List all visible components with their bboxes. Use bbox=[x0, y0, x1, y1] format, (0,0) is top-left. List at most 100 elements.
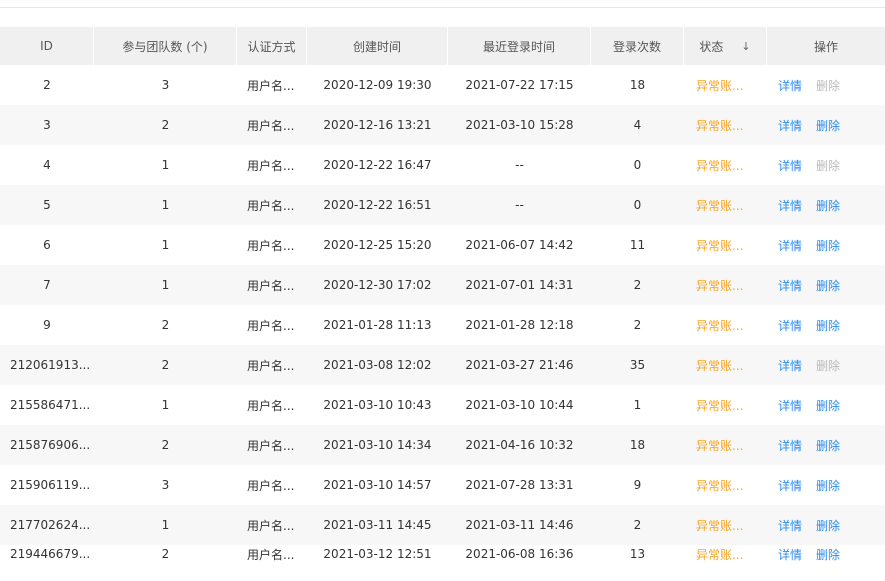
status-badge: 异常账... bbox=[696, 198, 744, 213]
column-header-last-login[interactable]: 最近登录时间 bbox=[448, 27, 591, 65]
detail-link[interactable]: 详情 bbox=[778, 77, 802, 94]
cell-login-count: 4 bbox=[633, 118, 642, 132]
cell-last-login: -- bbox=[515, 158, 524, 172]
cell-auth: 用户名... bbox=[247, 198, 295, 213]
cell-status: 异常账... bbox=[684, 465, 767, 505]
table-row[interactable]: 2 3 用户名... 2020-12-09 19:30 2021-07-22 17:15… bbox=[0, 65, 885, 105]
cell-teams: 1 bbox=[161, 158, 170, 172]
table-row[interactable]: 219446679... 2 用户名... 2021-03-12 12:51 2021-… bbox=[0, 545, 885, 563]
table-row[interactable]: 4 1 用户名... 2020-12-22 16:47 -- 0 异常账... 详情 删除 bbox=[0, 145, 885, 185]
detail-link[interactable]: 详情 bbox=[778, 277, 802, 294]
table-row[interactable]: 6 1 用户名... 2020-12-25 15:20 2021-06-07 14:42… bbox=[0, 225, 885, 265]
cell-login-count: 1 bbox=[633, 398, 642, 412]
cell-status: 异常账... bbox=[684, 305, 767, 345]
cell-status: 异常账... bbox=[684, 505, 767, 545]
table-row[interactable]: 215906119... 3 用户名... 2021-03-10 14:57 2021-… bbox=[0, 465, 885, 505]
cell-actions: 详情 删除 bbox=[767, 185, 885, 225]
table-row[interactable]: 5 1 用户名... 2020-12-22 16:51 -- 0 异常账... 详情 删除 bbox=[0, 185, 885, 225]
status-badge: 异常账... bbox=[696, 238, 744, 253]
status-badge: 异常账... bbox=[696, 78, 744, 93]
cell-auth: 用户名... bbox=[247, 478, 295, 493]
table-body: 2 3 用户名... 2020-12-09 19:30 2021-07-22 17:15… bbox=[0, 65, 885, 563]
delete-link[interactable]: 删除 bbox=[816, 197, 840, 214]
cell-teams: 3 bbox=[161, 78, 170, 92]
delete-link[interactable]: 删除 bbox=[816, 517, 840, 534]
cell-actions: 详情 删除 bbox=[767, 385, 885, 425]
cell-created: 2021-03-12 12:51 bbox=[323, 547, 432, 561]
cell-last-login: 2021-07-01 14:31 bbox=[465, 278, 574, 292]
cell-teams: 3 bbox=[161, 478, 170, 492]
cell-auth: 用户名... bbox=[247, 158, 295, 173]
cell-actions: 详情 删除 bbox=[767, 345, 885, 385]
column-header-id-label: ID bbox=[40, 39, 53, 53]
cell-last-login: -- bbox=[515, 198, 524, 212]
cell-last-login: 2021-04-16 10:32 bbox=[465, 438, 574, 452]
cell-teams: 2 bbox=[161, 118, 170, 132]
cell-status: 异常账... bbox=[684, 545, 767, 563]
delete-link[interactable]: 删除 bbox=[816, 397, 840, 414]
cell-teams: 2 bbox=[161, 438, 170, 452]
cell-last-login: 2021-03-10 15:28 bbox=[465, 118, 574, 132]
delete-link[interactable]: 删除 bbox=[816, 117, 840, 134]
delete-link[interactable]: 删除 bbox=[816, 546, 840, 563]
cell-login-count: 11 bbox=[629, 238, 646, 252]
cell-id: 2 bbox=[43, 78, 51, 92]
cell-login-count: 0 bbox=[633, 198, 642, 212]
sort-arrow-down-icon[interactable]: ↓ bbox=[741, 40, 750, 53]
cell-login-count: 2 bbox=[633, 278, 642, 292]
delete-link: 删除 bbox=[816, 358, 841, 373]
detail-link[interactable]: 详情 bbox=[778, 357, 802, 374]
column-header-teams[interactable]: 参与团队数 (个) bbox=[94, 27, 237, 65]
table-row[interactable]: 212061913... 2 用户名... 2021-03-08 12:02 2021-… bbox=[0, 345, 885, 385]
cell-id: 4 bbox=[43, 158, 51, 172]
cell-auth: 用户名... bbox=[247, 78, 295, 93]
column-header-created[interactable]: 创建时间 bbox=[307, 27, 448, 65]
cell-created: 2021-01-28 11:13 bbox=[323, 318, 432, 332]
status-badge: 异常账... bbox=[696, 278, 744, 293]
detail-link[interactable]: 详情 bbox=[778, 546, 802, 563]
cell-created: 2021-03-10 14:34 bbox=[323, 438, 432, 452]
detail-link[interactable]: 详情 bbox=[778, 397, 802, 414]
delete-link[interactable]: 删除 bbox=[816, 437, 840, 454]
detail-link[interactable]: 详情 bbox=[778, 317, 802, 334]
table-row[interactable]: 9 2 用户名... 2021-01-28 11:13 2021-01-28 12:18… bbox=[0, 305, 885, 345]
cell-status: 异常账... bbox=[684, 105, 767, 145]
delete-link[interactable]: 删除 bbox=[816, 277, 840, 294]
delete-link[interactable]: 删除 bbox=[816, 477, 840, 494]
detail-link[interactable]: 详情 bbox=[778, 477, 802, 494]
status-badge: 异常账... bbox=[696, 158, 744, 173]
cell-login-count: 13 bbox=[629, 547, 646, 561]
cell-login-count: 2 bbox=[633, 518, 642, 532]
delete-link[interactable]: 删除 bbox=[816, 317, 840, 334]
cell-last-login: 2021-01-28 12:18 bbox=[465, 318, 574, 332]
cell-actions: 详情 删除 bbox=[767, 145, 885, 185]
cell-last-login: 2021-07-22 17:15 bbox=[465, 78, 574, 92]
cell-id: 215876906... bbox=[10, 438, 91, 452]
table-row[interactable]: 215586471... 1 用户名... 2021-03-10 10:43 2021-… bbox=[0, 385, 885, 425]
cell-created: 2020-12-30 17:02 bbox=[323, 278, 432, 292]
column-header-login-count[interactable]: 登录次数 bbox=[591, 27, 684, 65]
table-row[interactable]: 215876906... 2 用户名... 2021-03-10 14:34 2021-… bbox=[0, 425, 885, 465]
column-header-status[interactable]: 状态 ↓ bbox=[684, 27, 767, 65]
status-badge: 异常账... bbox=[696, 118, 744, 133]
cell-status: 异常账... bbox=[684, 145, 767, 185]
detail-link[interactable]: 详情 bbox=[778, 437, 802, 454]
table-row[interactable]: 7 1 用户名... 2020-12-30 17:02 2021-07-01 14:31… bbox=[0, 265, 885, 305]
cell-created: 2020-12-22 16:47 bbox=[323, 158, 432, 172]
table-row[interactable]: 217702624... 1 用户名... 2021-03-11 14:45 2021-… bbox=[0, 505, 885, 545]
cell-teams: 1 bbox=[161, 518, 170, 532]
detail-link[interactable]: 详情 bbox=[778, 157, 802, 174]
column-header-id[interactable]: ID bbox=[0, 27, 94, 65]
detail-link[interactable]: 详情 bbox=[778, 197, 802, 214]
cell-last-login: 2021-06-08 16:36 bbox=[465, 547, 574, 561]
detail-link[interactable]: 详情 bbox=[778, 517, 802, 534]
cell-id: 7 bbox=[43, 278, 51, 292]
detail-link[interactable]: 详情 bbox=[778, 117, 802, 134]
table-row[interactable]: 3 2 用户名... 2020-12-16 13:21 2021-03-10 15:28… bbox=[0, 105, 885, 145]
column-header-auth[interactable]: 认证方式 bbox=[237, 27, 307, 65]
delete-link[interactable]: 删除 bbox=[816, 237, 840, 254]
column-header-actions-label: 操作 bbox=[813, 39, 838, 54]
cell-teams: 1 bbox=[161, 198, 170, 212]
detail-link[interactable]: 详情 bbox=[778, 237, 802, 254]
cell-last-login: 2021-03-11 14:46 bbox=[465, 518, 574, 532]
